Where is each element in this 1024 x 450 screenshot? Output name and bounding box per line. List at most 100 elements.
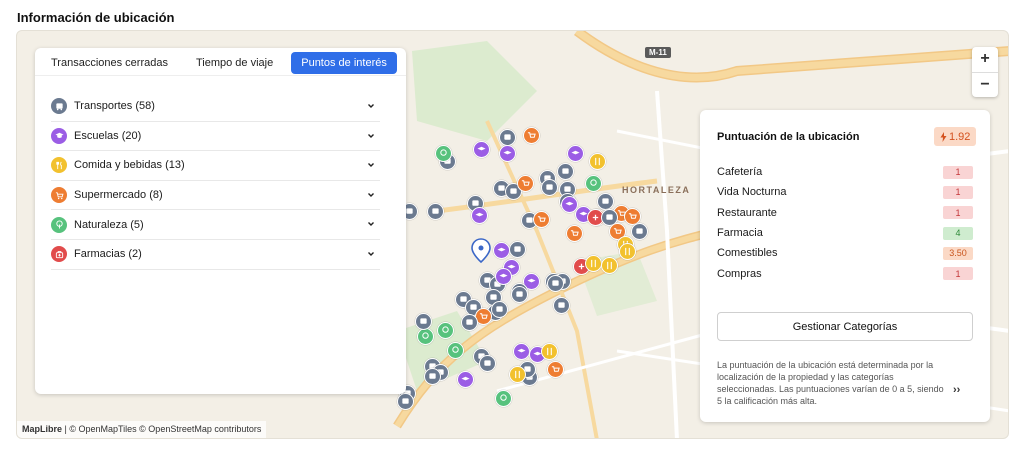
food-marker[interactable] <box>600 256 618 274</box>
bus-marker[interactable] <box>546 274 564 292</box>
zoom-in-button[interactable]: + <box>972 47 998 72</box>
score-row-value: 1 <box>943 206 973 220</box>
tab-points-of-interest[interactable]: Puntos de interés <box>291 51 397 74</box>
school-marker[interactable] <box>494 267 512 285</box>
chevron-down-icon[interactable] <box>366 249 376 259</box>
category-label: Naturaleza (5) <box>74 218 144 231</box>
score-row-name: Cafetería <box>717 166 763 179</box>
bus-marker[interactable] <box>498 128 516 146</box>
nature-marker[interactable] <box>436 321 454 339</box>
bus-marker[interactable] <box>552 296 570 314</box>
score-note: La puntuación de la ubicación está deter… <box>717 360 944 406</box>
supermarket-marker[interactable] <box>546 360 564 378</box>
score-row: Vida Nocturna 1 <box>717 182 973 202</box>
school-marker[interactable] <box>566 144 584 162</box>
chevron-down-icon[interactable] <box>366 190 376 200</box>
school-marker[interactable] <box>492 241 510 259</box>
section-title: Información de ubicación <box>17 10 175 25</box>
food-marker[interactable] <box>540 342 558 360</box>
school-marker[interactable] <box>470 206 488 224</box>
graduation-cap-icon <box>51 127 67 144</box>
bus-marker[interactable] <box>630 222 648 240</box>
bus-marker[interactable] <box>478 354 496 372</box>
bus-marker[interactable] <box>426 202 444 220</box>
tab-closed-transactions[interactable]: Transacciones cerradas <box>41 52 178 74</box>
chevron-down-icon[interactable] <box>366 160 376 170</box>
cutlery-icon <box>51 157 67 174</box>
nature-marker[interactable] <box>434 144 452 162</box>
food-marker[interactable] <box>588 152 606 170</box>
bus-marker[interactable] <box>490 300 508 318</box>
bus-icon <box>51 98 67 115</box>
score-row: Comestibles 3.50 <box>717 243 973 263</box>
district-label: HORTALEZA <box>622 185 691 195</box>
category-list: Transportes (58) Escuelas (20) Comida y … <box>51 92 380 270</box>
tab-travel-time[interactable]: Tiempo de viaje <box>186 52 283 74</box>
manage-categories-button[interactable]: Gestionar Categorías <box>717 312 973 341</box>
food-marker[interactable] <box>584 254 602 272</box>
chevron-down-icon[interactable] <box>366 101 376 111</box>
supermarket-marker[interactable] <box>522 126 540 144</box>
supermarket-marker[interactable] <box>532 210 550 228</box>
cart-icon <box>51 187 67 204</box>
score-row: Restaurante 1 <box>717 203 973 223</box>
tab-bar: Transacciones cerradas Tiempo de viaje P… <box>35 50 406 76</box>
score-row-name: Comestibles <box>717 247 778 260</box>
attribution-text: | © OpenMapTiles © OpenStreetMap contrib… <box>62 424 262 434</box>
nature-marker[interactable] <box>446 341 464 359</box>
bus-marker[interactable] <box>423 367 441 385</box>
expand-more-button[interactable]: ›› <box>953 384 960 396</box>
bus-marker[interactable] <box>396 392 414 410</box>
category-nature[interactable]: Naturaleza (5) <box>51 210 380 240</box>
category-food[interactable]: Comida y bebidas (13) <box>51 151 380 181</box>
road-shield: M-11 <box>645 47 671 58</box>
score-row-value: 4 <box>943 226 973 240</box>
nature-marker[interactable] <box>416 327 434 345</box>
school-marker[interactable] <box>456 370 474 388</box>
food-marker[interactable] <box>618 242 636 260</box>
supermarket-marker[interactable] <box>565 224 583 242</box>
bus-marker[interactable] <box>596 192 614 210</box>
zoom-out-button[interactable]: − <box>972 71 998 98</box>
score-row-value: 1 <box>943 267 973 281</box>
bus-marker[interactable] <box>508 240 526 258</box>
score-title: Puntuación de la ubicación <box>717 131 860 143</box>
school-marker[interactable] <box>472 140 490 158</box>
supermarket-marker[interactable] <box>516 174 534 192</box>
location-score-panel: Puntuación de la ubicación 1.92 Cafeterí… <box>700 110 990 422</box>
category-schools[interactable]: Escuelas (20) <box>51 122 380 152</box>
attribution-brand[interactable]: MapLibre <box>22 424 62 434</box>
category-supermarket[interactable]: Supermercado (8) <box>51 181 380 211</box>
bus-marker[interactable] <box>540 178 558 196</box>
score-badge: 1.92 <box>934 127 977 146</box>
category-label: Supermercado (8) <box>74 189 163 202</box>
school-marker[interactable] <box>512 342 530 360</box>
score-row-value: 3.50 <box>943 246 973 260</box>
chevron-down-icon[interactable] <box>366 131 376 141</box>
chevron-down-icon[interactable] <box>366 219 376 229</box>
bus-marker[interactable] <box>414 312 432 330</box>
supermarket-marker[interactable] <box>623 207 641 225</box>
score-row: Cafetería 1 <box>717 162 973 182</box>
score-value: 1.92 <box>949 130 971 143</box>
score-row-value: 1 <box>943 185 973 199</box>
category-label: Transportes (58) <box>74 100 155 113</box>
school-marker[interactable] <box>498 144 516 162</box>
medkit-icon <box>51 246 67 263</box>
zoom-control: + − <box>972 47 998 97</box>
map-attribution: MapLibre | © OpenMapTiles © OpenStreetMa… <box>17 421 267 438</box>
score-row: Compras 1 <box>717 263 973 283</box>
score-row-name: Vida Nocturna <box>717 186 787 199</box>
nature-marker[interactable] <box>494 389 512 407</box>
category-label: Escuelas (20) <box>74 129 142 142</box>
category-transport[interactable]: Transportes (58) <box>51 92 380 122</box>
tree-icon <box>51 216 67 233</box>
category-pharmacies[interactable]: Farmacias (2) <box>51 240 380 270</box>
score-row-name: Compras <box>717 267 762 280</box>
food-marker[interactable] <box>508 365 526 383</box>
bus-marker[interactable] <box>510 285 528 303</box>
nature-marker[interactable] <box>584 174 602 192</box>
bus-marker[interactable] <box>556 162 574 180</box>
score-row-value: 1 <box>943 165 973 179</box>
bus-marker[interactable] <box>460 313 478 331</box>
